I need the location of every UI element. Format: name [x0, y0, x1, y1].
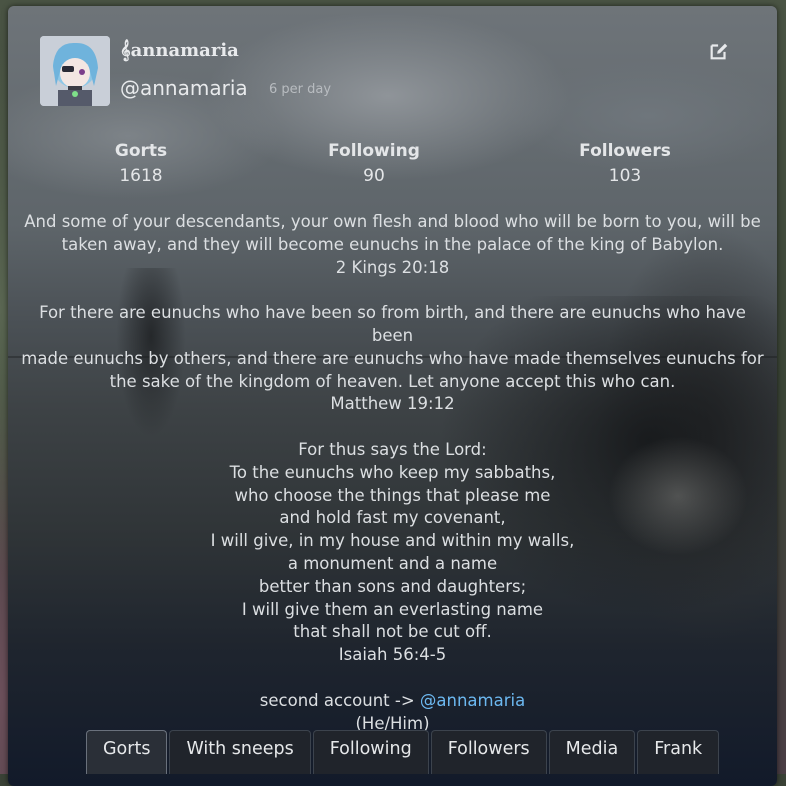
bio-line: a monument and a name [287, 553, 498, 573]
second-account-prefix: second account -> [259, 690, 420, 710]
stat-value: 103 [608, 166, 642, 186]
bio-line: For thus says the Lord: [298, 439, 487, 459]
tab-gorts[interactable]: Gorts [86, 730, 168, 774]
tab-following[interactable]: Following [312, 730, 429, 774]
bio-spacer [18, 667, 767, 690]
stat-label: Followers [579, 141, 671, 161]
edit-icon-graphic [710, 43, 728, 60]
bio-line: made eunuchs by others, and there are eu… [21, 348, 764, 368]
bio-spacer [18, 279, 767, 302]
bio-citation: Isaiah 56:4-5 [338, 645, 447, 665]
stat-following[interactable]: Following 90 [314, 141, 434, 186]
display-name: 𝄞annamaria [120, 40, 239, 61]
bio-spacer [18, 416, 767, 439]
posting-rate: 6 per day [269, 82, 332, 97]
bio-line: taken away, and they will become eunuchs… [61, 234, 724, 254]
bio-line: For there are eunuchs who have been so f… [39, 303, 746, 345]
bio-citation: Matthew 19:12 [330, 394, 455, 414]
bio-citation: 2 Kings 20:18 [335, 257, 450, 277]
tab-media[interactable]: Media [548, 730, 636, 774]
avatar-image [40, 36, 110, 106]
bio-line: who choose the things that please me [234, 485, 551, 505]
tab-followers[interactable]: Followers [430, 730, 547, 774]
username[interactable]: @annamaria [120, 76, 248, 100]
stat-value: 90 [363, 166, 385, 186]
stat-value: 1618 [119, 166, 163, 186]
stat-label: Following [328, 141, 420, 161]
profile-tabs: Gorts With sneeps Following Followers Me… [86, 730, 721, 774]
tab-with-sneeps[interactable]: With sneeps [169, 730, 311, 774]
bio-line: I will give them an everlasting name [241, 599, 544, 619]
profile-card: 𝄞annamaria @annamaria 6 per day Gorts 16… [8, 6, 777, 786]
second-account-link[interactable]: @annamaria [420, 691, 525, 710]
bio-line: the sake of the kingdom of heaven. Let a… [109, 371, 676, 391]
stat-label: Gorts [114, 141, 168, 161]
bio-line: and hold fast my covenant, [279, 508, 506, 528]
bio-line: And some of your descendants, your own f… [24, 212, 761, 231]
avatar[interactable] [40, 36, 110, 106]
stat-followers[interactable]: Followers 103 [565, 141, 685, 186]
edit-icon[interactable] [708, 40, 732, 64]
bio-line: that shall not be cut off. [293, 622, 492, 642]
stat-gorts[interactable]: Gorts 1618 [86, 141, 196, 186]
profile-bio: And some of your descendants, your own f… [18, 211, 767, 735]
tab-frank[interactable]: Frank [637, 730, 720, 774]
bio-line: To the eunuchs who keep my sabbaths, [229, 462, 556, 482]
bio-line: I will give, in my house and within my w… [210, 531, 575, 551]
second-account-line: second account -> @annamaria [18, 690, 767, 713]
bio-line: better than sons and daughters; [258, 576, 527, 596]
